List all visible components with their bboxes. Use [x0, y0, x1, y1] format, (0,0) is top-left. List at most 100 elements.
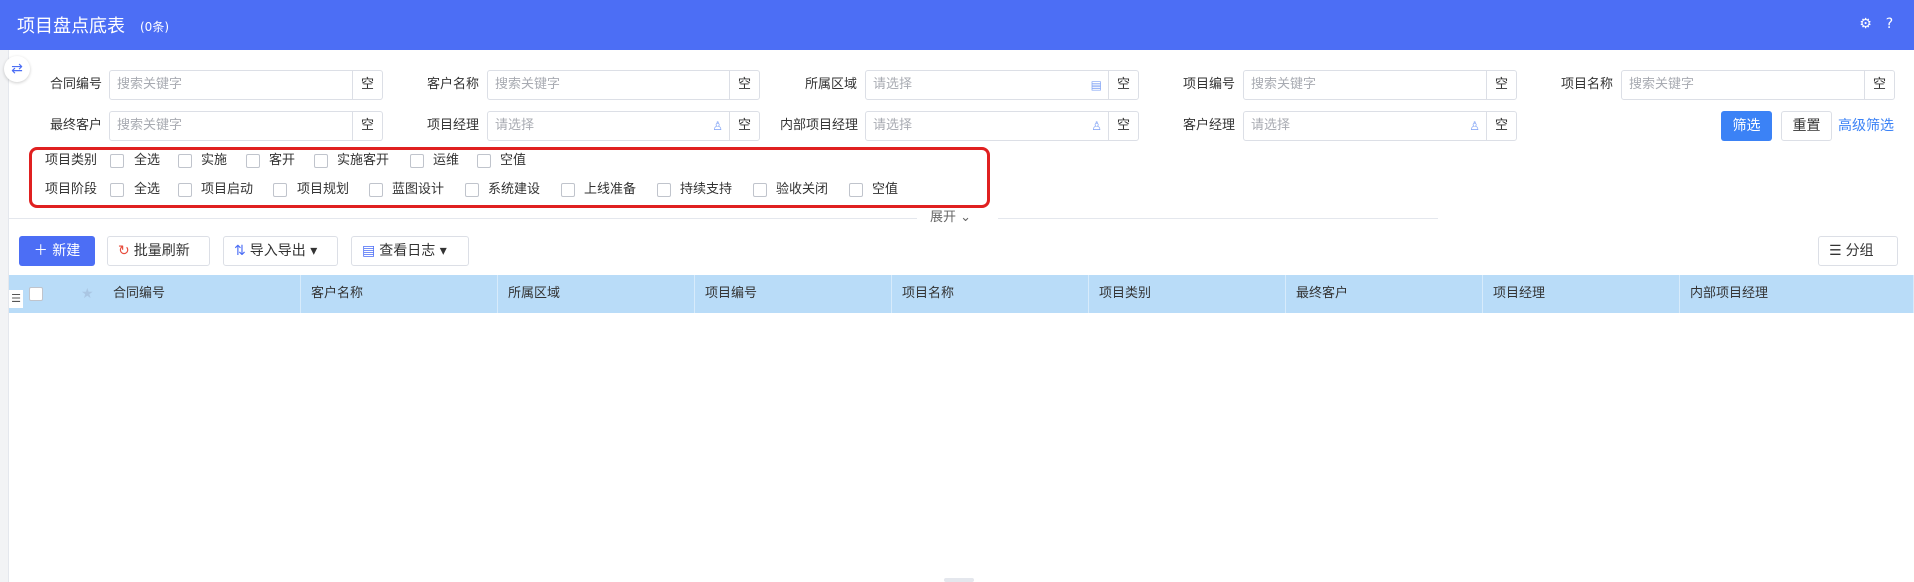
category-checkbox[interactable] [110, 154, 124, 168]
category-checkbox[interactable] [246, 154, 260, 168]
customer-name-input[interactable]: 搜索关键字 空 [487, 70, 760, 100]
project-manager-select[interactable]: 请选择 ♙ 空 [487, 111, 760, 141]
column-header[interactable]: 项目名称 [892, 275, 1089, 313]
scroll-handle[interactable] [944, 578, 974, 582]
category-option-label: 全选 [134, 153, 161, 168]
stage-checkbox[interactable] [465, 183, 479, 197]
divider-right [998, 218, 1438, 219]
stage-option-label: 空值 [872, 182, 899, 197]
internal-pm-select[interactable]: 请选择 ♙ 空 [865, 111, 1139, 141]
column-header[interactable]: 项目类别 [1089, 275, 1286, 313]
column-header[interactable]: 内部项目经理 [1680, 275, 1914, 313]
stage-option-label: 项目规划 [297, 182, 350, 197]
record-count: (0条) [140, 20, 169, 34]
expand-toggle[interactable]: 展开 ⌄ [930, 208, 971, 228]
stage-checkbox[interactable] [110, 183, 124, 197]
column-settings-icon[interactable]: ☰ [9, 290, 23, 308]
user-icon: ♙ [1469, 119, 1480, 133]
user-icon: ♙ [1091, 119, 1102, 133]
category-checkbox[interactable] [410, 154, 424, 168]
null-toggle-button[interactable]: 空 [1108, 112, 1138, 140]
project-name-input[interactable]: 搜索关键字 空 [1621, 70, 1895, 100]
chevron-down-icon: ⌄ [960, 210, 972, 225]
category-option-label: 客开 [269, 153, 296, 168]
divider-left [9, 218, 917, 219]
stage-checkbox[interactable] [849, 183, 863, 197]
stage-option-label: 全选 [134, 182, 161, 197]
filter-label-contract-no: 合同编号 [49, 77, 102, 92]
table-header: ★ 合同编号 客户名称 所属区域 项目编号 项目名称 项目类别 最终客户 项目经… [9, 275, 1914, 313]
filter-label-customer-name: 客户名称 [426, 77, 479, 92]
select-all-checkbox[interactable] [29, 287, 43, 301]
category-checkbox[interactable] [477, 154, 491, 168]
refresh-icon: ↻ [118, 243, 130, 259]
stage-option-label: 验收关闭 [776, 182, 829, 197]
column-header[interactable]: 最终客户 [1286, 275, 1483, 313]
category-option-label: 空值 [500, 153, 527, 168]
new-button[interactable]: ＋ 新建 [19, 236, 95, 266]
left-sidebar-strip [0, 50, 9, 582]
page-title: 项目盘点底表 [17, 16, 125, 37]
category-checkbox[interactable] [314, 154, 328, 168]
stage-checkbox[interactable] [369, 183, 383, 197]
column-header[interactable]: 所属区域 [498, 275, 695, 313]
category-option-label: 运维 [433, 153, 460, 168]
filter-button[interactable]: 筛选 [1721, 111, 1772, 141]
import-icon: ⇅ [234, 243, 246, 259]
stage-checkbox[interactable] [178, 183, 192, 197]
null-toggle-button[interactable]: 空 [729, 112, 759, 140]
column-header[interactable]: 合同编号 [103, 275, 301, 313]
column-header[interactable]: 项目编号 [695, 275, 892, 313]
contract-no-input[interactable]: 搜索关键字 空 [109, 70, 383, 100]
caret-down-icon: ▾ [439, 243, 447, 259]
null-toggle-button[interactable]: 空 [352, 112, 382, 140]
stage-checkbox[interactable] [753, 183, 767, 197]
category-option-label: 实施客开 [337, 153, 390, 168]
filter-label-internal-pm: 内部项目经理 [779, 118, 858, 133]
column-header[interactable]: 客户名称 [301, 275, 498, 313]
plus-icon: ＋ [33, 243, 48, 259]
null-toggle-button[interactable]: 空 [1864, 71, 1894, 99]
stage-option-label: 系统建设 [488, 182, 541, 197]
stage-option-label: 持续支持 [680, 182, 733, 197]
null-toggle-button[interactable]: 空 [1486, 71, 1516, 99]
batch-refresh-button[interactable]: ↻ 批量刷新 [107, 236, 210, 266]
help-icon[interactable]: ? [1881, 16, 1898, 33]
account-manager-select[interactable]: 请选择 ♙ 空 [1243, 111, 1517, 141]
filter-label-project-no: 项目编号 [1182, 77, 1235, 92]
filter-label-account-manager: 客户经理 [1182, 118, 1235, 133]
null-toggle-button[interactable]: 空 [1108, 71, 1138, 99]
column-header[interactable]: 项目经理 [1483, 275, 1680, 313]
star-icon[interactable]: ★ [81, 275, 94, 313]
list-icon: ☰ [1829, 243, 1842, 259]
page-header: 项目盘点底表 (0条) ⚙ ? [0, 0, 1914, 50]
null-toggle-button[interactable]: 空 [729, 71, 759, 99]
stage-option-label: 上线准备 [584, 182, 637, 197]
user-icon: ♙ [712, 119, 723, 133]
caret-down-icon: ▾ [310, 243, 318, 259]
region-select[interactable]: 请选择 ▤ 空 [865, 70, 1139, 100]
project-no-input[interactable]: 搜索关键字 空 [1243, 70, 1517, 100]
filter-label-region: 所属区域 [804, 77, 857, 92]
advanced-filter-link[interactable]: 高级筛选 [1838, 111, 1894, 141]
stage-checkbox[interactable] [561, 183, 575, 197]
stage-checkbox[interactable] [657, 183, 671, 197]
stage-checkbox[interactable] [273, 183, 287, 197]
null-toggle-button[interactable]: 空 [1486, 112, 1516, 140]
gear-icon[interactable]: ⚙ [1857, 16, 1874, 33]
project-category-label: 项目类别 [45, 153, 98, 168]
calendar-icon: ▤ [1090, 78, 1102, 92]
group-button[interactable]: ☰ 分组 [1818, 236, 1898, 266]
filter-label-final-customer: 最终客户 [49, 118, 102, 133]
log-icon: ▤ [362, 243, 376, 259]
import-export-button[interactable]: ⇅ 导入导出 ▾ [223, 236, 338, 266]
null-toggle-button[interactable]: 空 [352, 71, 382, 99]
view-log-button[interactable]: ▤ 查看日志 ▾ [351, 236, 469, 266]
stage-option-label: 项目启动 [201, 182, 254, 197]
swap-icon[interactable]: ⇄ [4, 56, 30, 82]
final-customer-input[interactable]: 搜索关键字 空 [109, 111, 383, 141]
filter-label-project-manager: 项目经理 [426, 118, 479, 133]
filter-label-project-name: 项目名称 [1560, 77, 1613, 92]
reset-button[interactable]: 重置 [1781, 111, 1832, 141]
category-checkbox[interactable] [178, 154, 192, 168]
